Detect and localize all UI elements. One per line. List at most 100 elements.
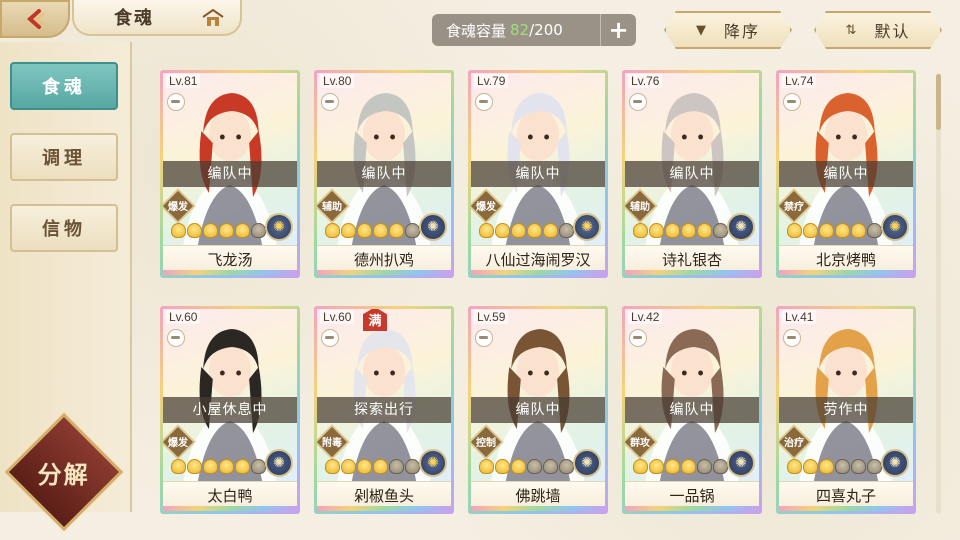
- level-label: Lv.60: [320, 310, 355, 324]
- bond-icon: [783, 93, 801, 111]
- food-soul-card[interactable]: Lv.76 编队中 辅助 ✺ 诗礼银杏: [622, 70, 762, 278]
- back-button[interactable]: [0, 0, 70, 38]
- food-soul-grid: Lv.81 编队中 爆发 ✺ 飞龙汤 Lv.80 编队中 辅助 ✺ 德州扒鸡 Lv.79 编队中 爆发 ✺…: [160, 70, 920, 515]
- star-icon: [511, 459, 526, 474]
- level-label: Lv.76: [628, 74, 663, 88]
- star-icon: [389, 459, 404, 474]
- character-name: 剁椒鱼头: [317, 481, 451, 511]
- sort-order-button[interactable]: ▼ 降序: [664, 11, 792, 49]
- food-soul-card[interactable]: Lv.60 小屋休息中 爆发 ✺ 太白鸭: [160, 306, 300, 514]
- decompose-label: 分解: [38, 460, 90, 489]
- tab-food-soul[interactable]: 食魂: [10, 62, 118, 110]
- bond-icon: [321, 329, 339, 347]
- tab-cooking[interactable]: 调理: [10, 133, 118, 181]
- food-soul-card[interactable]: Lv.81 编队中 爆发 ✺ 飞龙汤: [160, 70, 300, 278]
- star-icon: [803, 223, 818, 238]
- food-soul-card[interactable]: Lv.42 编队中 群攻 ✺ 一品锅: [622, 306, 762, 514]
- star-icon: [697, 459, 712, 474]
- bond-icon: [321, 93, 339, 111]
- capacity-current: 82: [510, 21, 530, 39]
- scrollbar[interactable]: [936, 74, 941, 514]
- food-soul-card[interactable]: Lv.41 劳作中 治疗 ✺ 四喜丸子: [776, 306, 916, 514]
- star-icon: [713, 223, 728, 238]
- level-label: Lv.80: [320, 74, 355, 88]
- star-icon: [543, 459, 558, 474]
- bond-icon: [167, 329, 185, 347]
- star-icon: [187, 459, 202, 474]
- star-icon: [219, 223, 234, 238]
- bond-icon: [475, 329, 493, 347]
- level-label: Lv.79: [474, 74, 509, 88]
- star-rating: [633, 223, 728, 238]
- star-rating: [787, 223, 882, 238]
- status-label: 编队中: [779, 161, 913, 187]
- star-icon: [819, 223, 834, 238]
- element-icon: ✺: [573, 213, 601, 241]
- star-icon: [357, 223, 372, 238]
- status-label: 编队中: [163, 161, 297, 187]
- capacity-label: 食魂容量: [446, 21, 507, 40]
- star-rating: [479, 459, 574, 474]
- character-name: 四喜丸子: [779, 481, 913, 511]
- character-name: 佛跳墙: [471, 481, 605, 511]
- status-label: 编队中: [317, 161, 451, 187]
- food-soul-card[interactable]: Lv.59 编队中 控制 ✺ 佛跳墙: [468, 306, 608, 514]
- character-name: 北京烤鸭: [779, 245, 913, 275]
- star-icon: [633, 223, 648, 238]
- tab-tokens[interactable]: 信物: [10, 204, 118, 252]
- element-icon: ✺: [727, 449, 755, 477]
- star-rating: [479, 223, 574, 238]
- star-icon: [819, 459, 834, 474]
- food-soul-card[interactable]: Lv.74 编队中 禁疗 ✺ 北京烤鸭: [776, 70, 916, 278]
- element-icon: ✺: [265, 449, 293, 477]
- star-rating: [325, 459, 420, 474]
- star-icon: [341, 459, 356, 474]
- element-icon: ✺: [419, 449, 447, 477]
- star-rating: [325, 223, 420, 238]
- star-rating: [171, 459, 266, 474]
- star-icon: [543, 223, 558, 238]
- element-icon: ✺: [265, 213, 293, 241]
- level-label: Lv.42: [628, 310, 663, 324]
- capacity-display: 食魂容量 82 /200 +: [432, 14, 636, 46]
- star-icon: [559, 223, 574, 238]
- star-icon: [527, 459, 542, 474]
- star-icon: [665, 459, 680, 474]
- food-soul-card[interactable]: Lv.60 满探索出行 附毒 ✺ 剁椒鱼头: [314, 306, 454, 514]
- status-label: 编队中: [471, 397, 605, 423]
- element-icon: ✺: [881, 449, 909, 477]
- star-icon: [203, 459, 218, 474]
- role-label: 治疗: [784, 438, 804, 449]
- star-icon: [867, 459, 882, 474]
- role-label: 附毒: [322, 438, 342, 449]
- add-capacity-button[interactable]: +: [600, 14, 636, 46]
- food-soul-card[interactable]: Lv.79 编队中 爆发 ✺ 八仙过海闹罗汉: [468, 70, 608, 278]
- star-icon: [235, 223, 250, 238]
- bond-icon: [629, 329, 647, 347]
- character-name: 一品锅: [625, 481, 759, 511]
- role-label: 辅助: [630, 202, 650, 213]
- status-label: 小屋休息中: [163, 397, 297, 423]
- scrollbar-thumb[interactable]: [936, 74, 941, 130]
- role-label: 爆发: [168, 438, 188, 449]
- bond-icon: [629, 93, 647, 111]
- star-icon: [373, 223, 388, 238]
- level-label: Lv.81: [166, 74, 201, 88]
- star-icon: [527, 223, 542, 238]
- home-icon[interactable]: [202, 8, 224, 28]
- star-icon: [389, 223, 404, 238]
- sort-mode-button[interactable]: ⇅ 默认: [814, 11, 942, 49]
- food-soul-card[interactable]: Lv.80 编队中 辅助 ✺ 德州扒鸡: [314, 70, 454, 278]
- bond-icon: [783, 329, 801, 347]
- element-icon: ✺: [419, 213, 447, 241]
- star-icon: [835, 223, 850, 238]
- star-icon: [495, 223, 510, 238]
- star-rating: [633, 459, 728, 474]
- star-icon: [171, 223, 186, 238]
- star-icon: [649, 459, 664, 474]
- star-icon: [787, 459, 802, 474]
- character-name: 德州扒鸡: [317, 245, 451, 275]
- star-icon: [665, 223, 680, 238]
- star-icon: [187, 223, 202, 238]
- star-icon: [851, 459, 866, 474]
